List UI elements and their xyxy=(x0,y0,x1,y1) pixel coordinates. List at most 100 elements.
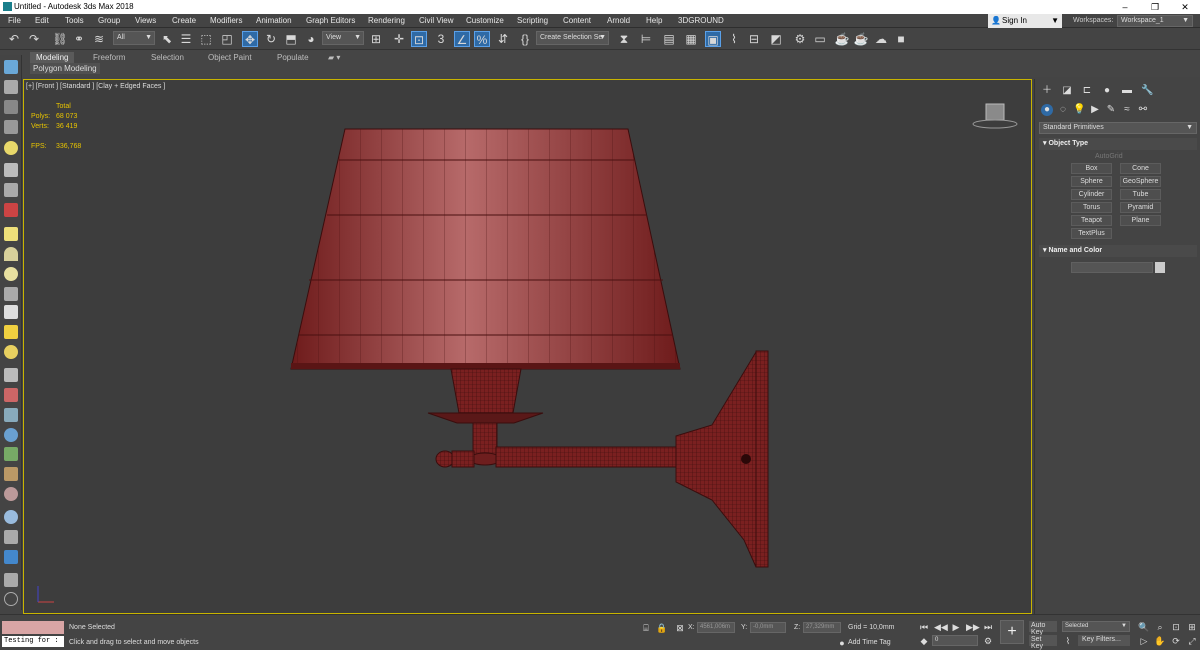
selection-lock-icon[interactable]: 🔒 xyxy=(656,622,668,634)
time-tag-icon[interactable]: ● xyxy=(836,637,848,649)
torus-button[interactable]: Torus xyxy=(1071,202,1112,213)
autogrid-checkbox[interactable]: AutoGrid xyxy=(1095,153,1123,160)
wall-lamp-model[interactable] xyxy=(24,80,1031,613)
object-color-swatch[interactable] xyxy=(1155,262,1165,273)
set-key-button[interactable]: Set Key xyxy=(1029,635,1057,650)
utilities-tab-icon[interactable]: 🔧 xyxy=(1141,85,1153,97)
list-icon[interactable] xyxy=(4,100,18,114)
space-warp-icon[interactable] xyxy=(4,203,18,217)
viewport-front[interactable]: [+] [Front ] [Standard ] [Clay + Edged F… xyxy=(23,79,1032,614)
globe-icon[interactable] xyxy=(4,428,18,442)
menu-views[interactable]: Views xyxy=(135,16,156,25)
key-mode-icon[interactable]: ◆ xyxy=(918,635,930,647)
undo-icon[interactable]: ↶ xyxy=(6,31,22,47)
select-scale-icon[interactable]: ⬒ xyxy=(283,31,299,47)
object-type-rollout[interactable]: ▾ Object Type xyxy=(1039,138,1197,150)
menu-group[interactable]: Group xyxy=(98,16,120,25)
mirror-icon[interactable]: ⧗ xyxy=(616,31,632,47)
scene-icon[interactable] xyxy=(4,80,18,94)
cone-icon[interactable] xyxy=(4,305,18,319)
current-frame-field[interactable]: 0 xyxy=(932,635,978,646)
render-production-icon[interactable]: ☕ xyxy=(834,31,850,47)
helpers-icon[interactable]: ✎ xyxy=(1105,104,1117,116)
render-icon[interactable] xyxy=(4,60,18,74)
menu-edit[interactable]: Edit xyxy=(35,16,49,25)
menu-rendering[interactable]: Rendering xyxy=(368,16,405,25)
camera-icon[interactable] xyxy=(4,163,18,177)
minimize-icon[interactable]: – xyxy=(1110,0,1140,14)
reference-coordinate-dropdown[interactable]: View ▼ xyxy=(322,31,364,45)
systems-icon[interactable]: ⚯ xyxy=(1137,104,1149,116)
bind-space-warp-icon[interactable]: ≋ xyxy=(91,31,107,47)
menu-graph-editors[interactable]: Graph Editors xyxy=(306,16,355,25)
shapes-icon[interactable]: ◌ xyxy=(1057,104,1069,116)
cylinder-button[interactable]: Cylinder xyxy=(1071,189,1112,200)
plugin-icon[interactable]: ■ xyxy=(893,31,909,47)
z-coordinate-field[interactable]: 27,329mm xyxy=(803,622,841,633)
select-manipulate-icon[interactable]: ✛ xyxy=(391,31,407,47)
keyboard-shortcut-override-icon[interactable]: ⊡ xyxy=(411,31,427,47)
menu-modifiers[interactable]: Modifiers xyxy=(210,16,242,25)
select-move-icon[interactable]: ✥ xyxy=(242,31,258,47)
ribbon-panel-polygon-modeling[interactable]: Polygon Modeling xyxy=(30,63,100,74)
key-tangent-icon[interactable]: ⌇ xyxy=(1062,635,1074,647)
scene-explorer-icon[interactable]: ▤ xyxy=(661,31,677,47)
close-icon[interactable]: ✕ xyxy=(1170,0,1200,14)
select-object-icon[interactable]: ⬉ xyxy=(159,31,175,47)
box-button[interactable]: Box xyxy=(1071,163,1112,174)
bone-icon[interactable] xyxy=(4,467,18,481)
menu-help[interactable]: Help xyxy=(646,16,662,25)
material-editor-icon[interactable]: ◩ xyxy=(768,31,784,47)
workspace-dropdown[interactable]: Workspace_1 ▼ xyxy=(1117,15,1193,27)
maxscript-listener-mini[interactable] xyxy=(2,621,64,634)
render-in-cloud-icon[interactable]: ☁ xyxy=(873,31,889,47)
time-config-icon[interactable]: ⚙ xyxy=(982,635,994,647)
y-coordinate-field[interactable]: -0,0mm xyxy=(750,622,786,633)
unlink-icon[interactable]: ⚭ xyxy=(71,31,87,47)
tab-object-paint[interactable]: Object Paint xyxy=(202,52,258,64)
link-icon[interactable]: ⛓ xyxy=(52,31,68,47)
create-tab-icon[interactable]: ＋ xyxy=(1041,85,1053,97)
isolate-selection-icon[interactable]: ⌸ xyxy=(640,622,652,634)
spinner-snap-icon[interactable]: ⇵ xyxy=(495,31,511,47)
maximize-viewport-icon[interactable]: ⤢ xyxy=(1186,635,1198,647)
field-of-view-icon[interactable]: ▷ xyxy=(1138,635,1150,647)
material-icon[interactable] xyxy=(4,487,18,501)
geometry-icon[interactable]: ● xyxy=(1041,104,1053,116)
layers-icon[interactable] xyxy=(4,120,18,134)
render-setup-icon[interactable]: ⚙ xyxy=(792,31,808,47)
motion-tab-icon[interactable]: ● xyxy=(1101,85,1113,97)
menu-3dground[interactable]: 3DGROUND xyxy=(678,16,724,25)
display-tab-icon[interactable]: ▬ xyxy=(1121,85,1133,97)
sign-in-button[interactable]: 👤 Sign In ▼ xyxy=(988,14,1062,28)
modify-tab-icon[interactable]: ◪ xyxy=(1061,85,1073,97)
media-icon[interactable] xyxy=(4,550,18,564)
plane-button[interactable]: Plane xyxy=(1120,215,1161,226)
textplus-button[interactable]: TextPlus xyxy=(1071,228,1112,239)
window-crossing-icon[interactable]: ◰ xyxy=(219,31,235,47)
tab-populate[interactable]: Populate xyxy=(271,52,315,64)
cylinder-icon[interactable] xyxy=(4,287,18,301)
render-iterative-icon[interactable]: ☕ xyxy=(853,31,869,47)
key-filters-button[interactable]: Key Filters... xyxy=(1078,635,1130,646)
menu-civil-view[interactable]: Civil View xyxy=(419,16,454,25)
menu-animation[interactable]: Animation xyxy=(256,16,292,25)
key-selection-dropdown[interactable]: Selected ▼ xyxy=(1062,621,1130,632)
edit-named-selection-icon[interactable]: {} xyxy=(517,31,533,47)
x-coordinate-field[interactable]: 4561,006m xyxy=(697,622,735,633)
snaps-toggle-icon[interactable]: 3 xyxy=(433,31,449,47)
space-warps-icon[interactable]: ≈ xyxy=(1121,104,1133,116)
schematic-view-icon[interactable]: ⊟ xyxy=(746,31,762,47)
dome-icon[interactable] xyxy=(4,247,18,261)
foliage-icon[interactable] xyxy=(4,447,18,461)
menu-scripting[interactable]: Scripting xyxy=(517,16,548,25)
absolute-mode-icon[interactable]: ⊠ xyxy=(674,622,686,634)
add-time-tag[interactable]: Add Time Tag xyxy=(848,639,891,646)
sphere-icon[interactable] xyxy=(4,267,18,281)
box-icon[interactable] xyxy=(4,227,18,241)
menu-file[interactable]: File xyxy=(8,16,21,25)
next-frame-icon[interactable]: ▶▶ xyxy=(966,621,980,633)
help-icon[interactable] xyxy=(4,592,18,606)
character-icon[interactable] xyxy=(4,408,18,422)
dynamics-icon[interactable] xyxy=(4,388,18,402)
